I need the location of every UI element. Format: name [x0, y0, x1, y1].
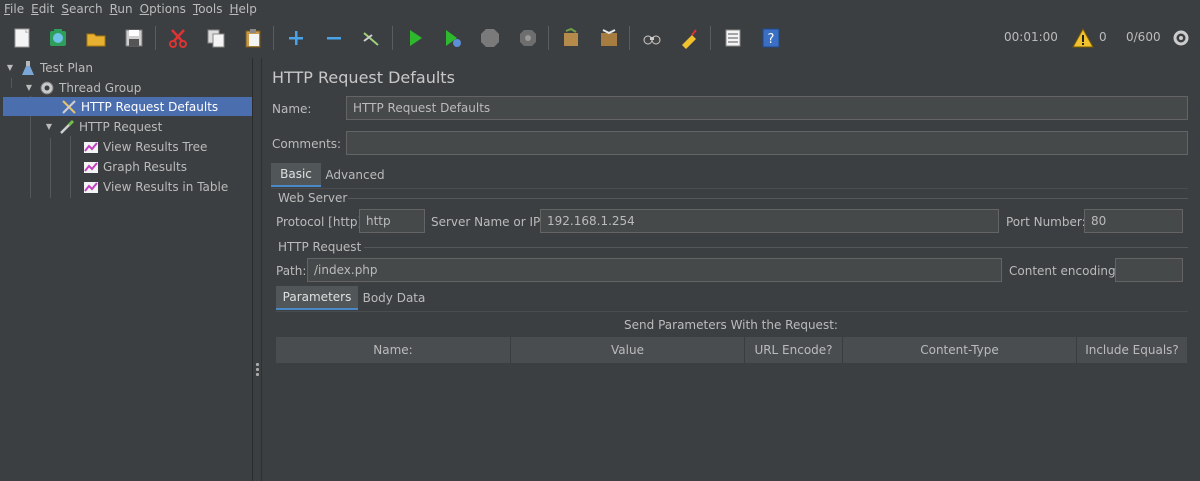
toggle-icon[interactable]: [359, 26, 383, 50]
expand-all-icon[interactable]: [284, 26, 308, 50]
start-no-pauses-icon[interactable]: [440, 26, 464, 50]
help-icon[interactable]: ?: [759, 26, 783, 50]
tree-item-graph-results[interactable]: Graph Results: [83, 157, 187, 176]
save-icon[interactable]: [122, 26, 146, 50]
tab-parameters[interactable]: Parameters: [276, 286, 358, 310]
gear-icon: [39, 80, 55, 96]
content-encoding-field[interactable]: [1115, 258, 1183, 282]
web-server-legend: Web Server: [278, 191, 348, 205]
server-name-field[interactable]: 192.168.1.254: [540, 209, 999, 233]
new-icon[interactable]: [10, 26, 34, 50]
menu-help[interactable]: Help: [230, 2, 257, 16]
tree-item-view-results-tree[interactable]: View Results Tree: [83, 137, 207, 156]
toolbar: ? 00:01:00 0 0/600: [0, 18, 1200, 58]
clear-all-icon[interactable]: [597, 26, 621, 50]
thread-count: 0/600: [1126, 30, 1161, 44]
tab-body-data[interactable]: Body Data: [360, 286, 428, 310]
column-header-value[interactable]: Value: [511, 337, 745, 363]
templates-icon[interactable]: [46, 26, 70, 50]
tree-item-test-plan[interactable]: ▼ Test Plan: [5, 58, 93, 77]
path-field[interactable]: /index.php: [307, 258, 1002, 282]
chart-icon: [83, 139, 99, 155]
copy-icon[interactable]: [204, 26, 228, 50]
protocol-label: Protocol [http]:: [276, 215, 367, 229]
config-panel: HTTP Request Defaults Name: HTTP Request…: [263, 58, 1200, 481]
comments-field[interactable]: [346, 131, 1188, 155]
clear-icon[interactable]: [559, 26, 583, 50]
flask-icon: [20, 60, 36, 76]
panel-splitter[interactable]: [253, 58, 262, 481]
open-icon[interactable]: [84, 26, 108, 50]
panel-title: HTTP Request Defaults: [272, 68, 455, 87]
tree-item-http-request-defaults[interactable]: HTTP Request Defaults: [3, 97, 252, 116]
warning-count: 0: [1099, 30, 1107, 44]
chart-icon: [83, 179, 99, 195]
splitter-grip-icon[interactable]: [256, 363, 259, 377]
shutdown-icon[interactable]: [516, 26, 540, 50]
expand-arrow-icon[interactable]: ▼: [5, 63, 15, 73]
function-helper-icon[interactable]: [721, 26, 745, 50]
tree-item-thread-group[interactable]: ▼ Thread Group: [24, 78, 141, 97]
port-number-label: Port Number:: [1006, 215, 1086, 229]
server-name-label: Server Name or IP:: [431, 215, 545, 229]
timer-text: 00:01:00: [1004, 30, 1058, 44]
search-icon[interactable]: [640, 26, 664, 50]
start-icon[interactable]: [403, 26, 427, 50]
pipette-icon: [59, 119, 75, 135]
port-number-field[interactable]: 80: [1084, 209, 1183, 233]
menu-tools[interactable]: Tools: [193, 2, 223, 16]
stop-icon[interactable]: [478, 26, 502, 50]
column-header-content-type[interactable]: Content-Type: [843, 337, 1077, 363]
svg-text:?: ?: [768, 32, 775, 47]
tree-item-view-results-in-table[interactable]: View Results in Table: [83, 177, 228, 196]
wrench-icon: [61, 99, 77, 115]
tab-basic[interactable]: Basic: [271, 163, 321, 187]
column-header-name[interactable]: Name:: [276, 337, 511, 363]
collapse-all-icon[interactable]: [322, 26, 346, 50]
params-table-header: Name: Value URL Encode? Content-Type Inc…: [276, 337, 1187, 363]
menu-options[interactable]: Options: [140, 2, 186, 16]
params-caption: Send Parameters With the Request:: [624, 318, 838, 332]
remote-status-icon: [1169, 26, 1193, 50]
menu-bar: File Edit Search Run Options Tools Help: [0, 0, 1200, 18]
tree-item-http-request[interactable]: ▼ HTTP Request: [44, 117, 162, 136]
cut-icon[interactable]: [166, 26, 190, 50]
name-field[interactable]: HTTP Request Defaults: [346, 96, 1188, 120]
expand-arrow-icon[interactable]: ▼: [24, 83, 34, 93]
tab-advanced[interactable]: Advanced: [323, 163, 387, 187]
comments-label: Comments:: [272, 137, 342, 151]
menu-file[interactable]: File: [4, 2, 24, 16]
column-header-url-encode[interactable]: URL Encode?: [745, 337, 843, 363]
warning-icon[interactable]: [1071, 26, 1095, 50]
chart-icon: [83, 159, 99, 175]
menu-edit[interactable]: Edit: [31, 2, 54, 16]
paste-icon[interactable]: [241, 26, 265, 50]
name-label: Name:: [272, 102, 312, 116]
test-plan-tree: ▼ Test Plan ▼ Thread Group HTTP Request …: [0, 58, 253, 481]
expand-arrow-icon[interactable]: ▼: [44, 122, 54, 132]
protocol-field[interactable]: http: [359, 209, 425, 233]
column-header-include-equals[interactable]: Include Equals?: [1077, 337, 1187, 363]
path-label: Path:: [276, 264, 307, 278]
menu-run[interactable]: Run: [110, 2, 133, 16]
http-request-legend: HTTP Request: [278, 240, 362, 254]
reset-search-icon[interactable]: [677, 26, 701, 50]
content-encoding-label: Content encoding:: [1009, 264, 1120, 278]
menu-search[interactable]: Search: [61, 2, 102, 16]
